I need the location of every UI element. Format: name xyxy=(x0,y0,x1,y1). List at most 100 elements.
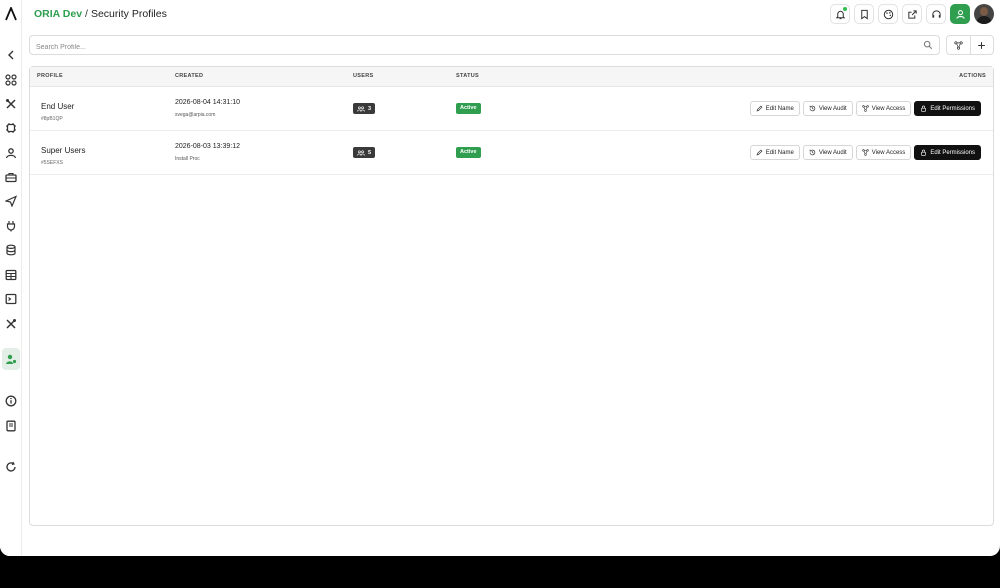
sidebar-item-tables[interactable] xyxy=(2,266,20,284)
sidebar-item-deploy[interactable] xyxy=(2,192,20,210)
info-icon xyxy=(5,395,17,407)
view-audit-label: View Audit xyxy=(818,149,847,156)
avatar-head xyxy=(980,7,988,16)
palette-icon xyxy=(883,9,893,19)
sidebar-item-users[interactable] xyxy=(2,144,20,162)
column-header-actions: ACTIONS xyxy=(959,73,986,79)
send-icon xyxy=(5,195,17,207)
terminal-icon xyxy=(5,293,17,305)
headset-icon xyxy=(931,9,941,18)
view-access-button[interactable]: View Access xyxy=(855,145,912,160)
row-actions: Edit Name View Audit View Access Edit Pe… xyxy=(749,101,981,116)
user-icon xyxy=(955,9,965,19)
table-row[interactable]: Super Users #5SEFXS 2026-08-03 13:39:12 … xyxy=(30,131,993,175)
avatar-body xyxy=(976,16,992,24)
edit-name-button[interactable]: Edit Name xyxy=(749,101,800,116)
sidebar-item-compute[interactable] xyxy=(2,119,20,137)
view-access-label: View Access xyxy=(871,149,906,156)
users-group-icon xyxy=(357,149,365,156)
sidebar-item-database[interactable] xyxy=(2,241,20,259)
sidebar-item-dashboard[interactable] xyxy=(2,71,20,89)
table-icon xyxy=(5,269,17,281)
lock-icon xyxy=(921,105,927,112)
notifications-button[interactable] xyxy=(830,4,850,24)
column-header-created: CREATED xyxy=(175,73,204,79)
users-icon xyxy=(5,148,17,159)
profile-id: #8pB1QP xyxy=(41,116,63,122)
column-header-profile: PROFILE xyxy=(37,73,63,79)
table-row[interactable]: End User #8pB1QP 2026-08-04 14:31:10 sve… xyxy=(30,87,993,131)
lock-icon xyxy=(921,149,927,156)
sidebar-item-tools[interactable] xyxy=(2,95,20,113)
sidebar-item-refresh[interactable] xyxy=(2,458,20,476)
users-count: 5 xyxy=(368,149,372,156)
refresh-icon xyxy=(6,461,16,472)
sidebar-item-console[interactable] xyxy=(2,290,20,308)
search-bar xyxy=(29,35,940,57)
edit-name-label: Edit Name xyxy=(765,105,794,112)
view-audit-button[interactable]: View Audit xyxy=(802,145,853,160)
toolbox-icon xyxy=(5,172,17,183)
edit-name-label: Edit Name xyxy=(765,149,794,156)
edit-permissions-button[interactable]: Edit Permissions xyxy=(914,101,981,116)
hierarchy-icon xyxy=(862,149,869,156)
theme-button[interactable] xyxy=(878,4,898,24)
sidebar-item-docs[interactable] xyxy=(2,417,20,435)
edit-name-button[interactable]: Edit Name xyxy=(749,145,800,160)
hierarchy-icon xyxy=(862,105,869,112)
bookmarks-button[interactable] xyxy=(854,4,874,24)
search-input[interactable] xyxy=(30,38,910,57)
users-count-badge[interactable]: 5 xyxy=(353,147,376,158)
sidebar xyxy=(0,0,22,556)
pencil-icon xyxy=(756,105,763,112)
column-header-users: USERS xyxy=(353,73,374,79)
page-title: Security Profiles xyxy=(90,8,167,20)
app-logo xyxy=(5,7,17,21)
breadcrumb: ORIA Dev / Security Profiles xyxy=(34,8,167,20)
book-icon xyxy=(6,420,16,432)
created-by: svega@arpia.com xyxy=(175,112,216,118)
grid-icon xyxy=(5,74,17,86)
hierarchy-view-button[interactable] xyxy=(947,36,970,54)
add-profile-button[interactable] xyxy=(969,36,993,54)
user-shield-icon xyxy=(6,354,17,364)
edit-permissions-button[interactable]: Edit Permissions xyxy=(914,145,981,160)
view-access-button[interactable]: View Access xyxy=(855,101,912,116)
sidebar-item-integrations[interactable] xyxy=(2,217,20,235)
view-access-label: View Access xyxy=(871,105,906,112)
sidebar-item-info[interactable] xyxy=(2,392,20,410)
created-date: 2026-08-03 13:39:12 xyxy=(175,143,240,150)
created-date: 2026-08-04 14:31:10 xyxy=(175,99,240,106)
avatar[interactable] xyxy=(974,4,994,24)
users-group-icon xyxy=(357,105,365,112)
hierarchy-icon xyxy=(954,40,963,50)
profile-id: #5SEFXS xyxy=(41,160,63,166)
status-badge: Active xyxy=(456,147,481,158)
users-count-badge[interactable]: 3 xyxy=(353,103,376,114)
breadcrumb-org-link[interactable]: ORIA Dev xyxy=(34,8,82,20)
account-button[interactable] xyxy=(950,4,970,24)
sidebar-item-security-profiles[interactable] xyxy=(2,348,20,370)
row-actions: Edit Name View Audit View Access Edit Pe… xyxy=(749,145,981,160)
chevron-left-icon xyxy=(8,50,14,60)
app-window: ORIA Dev / Security Profiles Search Prof… xyxy=(0,0,1000,556)
breadcrumb-separator: / xyxy=(85,8,88,20)
users-count: 3 xyxy=(368,105,372,112)
edit-permissions-label: Edit Permissions xyxy=(930,149,975,156)
collapse-sidebar-button[interactable] xyxy=(2,46,20,64)
column-header-status: STATUS xyxy=(456,73,479,79)
plug-icon xyxy=(6,221,16,232)
table-header: PROFILE CREATED USERS STATUS ACTIONS xyxy=(30,67,993,87)
sidebar-item-toolbox[interactable] xyxy=(2,168,20,186)
share-button[interactable] xyxy=(902,4,922,24)
support-button[interactable] xyxy=(926,4,946,24)
view-audit-button[interactable]: View Audit xyxy=(802,101,853,116)
profiles-table: PROFILE CREATED USERS STATUS ACTIONS End… xyxy=(29,66,994,526)
pencil-icon xyxy=(756,149,763,156)
sidebar-item-settings[interactable] xyxy=(2,315,20,333)
toolbar-group xyxy=(946,35,994,55)
view-audit-label: View Audit xyxy=(818,105,847,112)
search-icon xyxy=(923,40,933,50)
history-icon xyxy=(809,149,816,156)
chip-icon xyxy=(6,123,16,133)
